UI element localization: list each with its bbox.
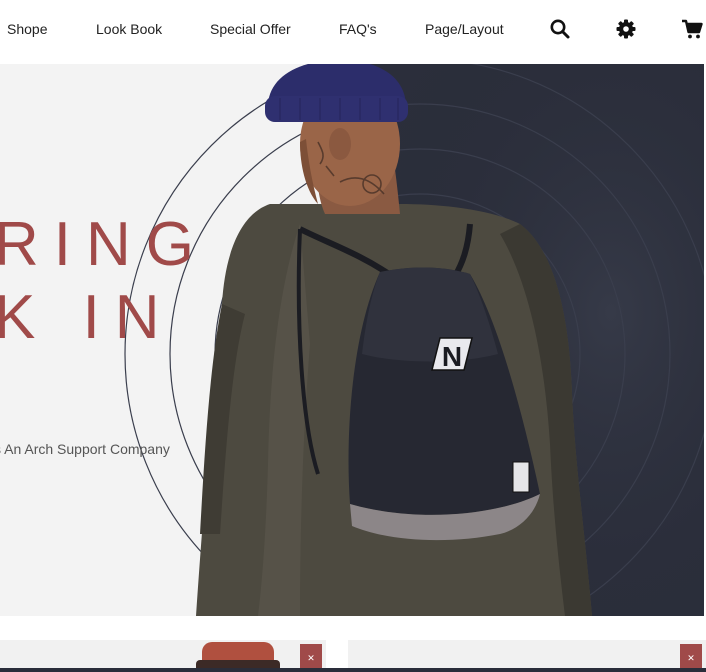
nav-link-special-offer[interactable]: Special Offer bbox=[210, 21, 291, 37]
top-navigation: Shope Look Book Special Offer FAQ's Page… bbox=[0, 0, 706, 64]
search-icon[interactable] bbox=[549, 18, 571, 40]
hero-banner: RING K IN s An Arch Support Company N bbox=[0, 64, 704, 616]
product-strip: ✕ ✕ bbox=[0, 616, 706, 672]
nav-link-page-layout[interactable]: Page/Layout bbox=[425, 21, 504, 37]
backpack-logo: N bbox=[442, 341, 462, 372]
nav-link-look-book[interactable]: Look Book bbox=[96, 21, 162, 37]
hero-model-image: N bbox=[196, 64, 592, 616]
nav-link-faqs[interactable]: FAQ's bbox=[339, 21, 377, 37]
bottom-bar bbox=[0, 668, 706, 672]
gear-icon[interactable] bbox=[615, 18, 637, 40]
nav-link-shope[interactable]: Shope bbox=[7, 21, 47, 37]
cart-icon[interactable] bbox=[681, 18, 703, 40]
